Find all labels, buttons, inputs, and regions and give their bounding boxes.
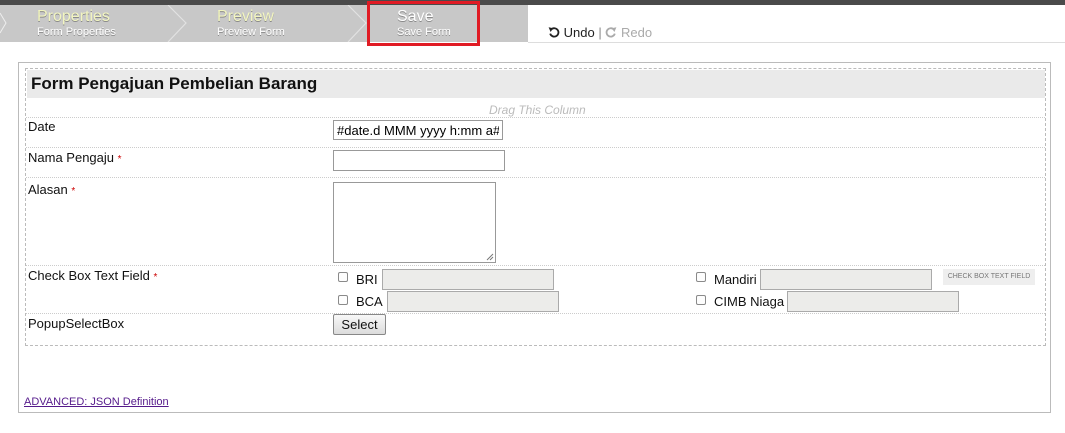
mandiri-option-label: Mandiri bbox=[714, 272, 757, 287]
nama-pengaju-label: Nama Pengaju * bbox=[28, 150, 122, 165]
undo-icon[interactable] bbox=[548, 26, 560, 38]
toolbar-divider bbox=[528, 42, 1065, 43]
nama-pengaju-label-text: Nama Pengaju bbox=[28, 150, 114, 165]
step-preview[interactable]: Preview Preview Form bbox=[217, 5, 347, 42]
step-properties[interactable]: Properties Form Properties bbox=[37, 5, 167, 42]
undo-button[interactable]: Undo bbox=[564, 25, 595, 40]
redo-icon[interactable] bbox=[605, 26, 617, 38]
select-button[interactable]: Select bbox=[333, 314, 386, 335]
step-preview-title: Preview bbox=[217, 8, 274, 25]
bri-text-field[interactable] bbox=[382, 269, 554, 290]
cimb-niaga-option-label: CIMB Niaga bbox=[714, 294, 785, 309]
step-properties-title: Properties bbox=[37, 8, 110, 25]
history-controls: Undo | Redo bbox=[548, 25, 652, 40]
step-chevron-icon bbox=[167, 5, 187, 42]
row-divider bbox=[26, 117, 1045, 118]
alasan-textarea[interactable] bbox=[333, 182, 496, 263]
bca-option-label: BCA bbox=[356, 294, 383, 309]
textarea-resize-icon[interactable] bbox=[486, 253, 494, 261]
bri-checkbox[interactable] bbox=[338, 272, 348, 282]
required-mark: * bbox=[71, 186, 76, 197]
advanced-json-definition-link[interactable]: ADVANCED: JSON Definition bbox=[24, 396, 169, 408]
mandiri-checkbox[interactable] bbox=[696, 272, 706, 282]
form-title-bar[interactable]: Form Pengajuan Pembelian Barang bbox=[27, 70, 1045, 98]
save-step-highlight bbox=[367, 1, 480, 46]
form-title: Form Pengajuan Pembelian Barang bbox=[31, 74, 318, 93]
drag-column-hint[interactable]: Drag This Column bbox=[489, 103, 586, 117]
checkbox-text-field-badge: CHECK BOX TEXT FIELD bbox=[943, 269, 1035, 285]
required-mark: * bbox=[153, 272, 158, 283]
bca-text-field[interactable] bbox=[387, 291, 559, 312]
cimb-niaga-checkbox[interactable] bbox=[696, 295, 706, 305]
bca-checkbox[interactable] bbox=[338, 295, 348, 305]
history-separator: | bbox=[598, 25, 602, 40]
step-chevron-icon bbox=[347, 5, 367, 42]
step-preview-subtitle: Preview Form bbox=[217, 26, 285, 38]
row-divider bbox=[26, 265, 1045, 266]
date-field[interactable] bbox=[333, 120, 503, 140]
alasan-label-text: Alasan bbox=[28, 182, 68, 197]
row-divider bbox=[26, 313, 1045, 314]
redo-button[interactable]: Redo bbox=[621, 25, 652, 40]
row-divider bbox=[26, 147, 1045, 148]
required-mark: * bbox=[117, 154, 122, 165]
cimb-niaga-text-field[interactable] bbox=[787, 291, 959, 312]
date-label: Date bbox=[28, 119, 56, 134]
popup-select-label: PopupSelectBox bbox=[28, 316, 125, 331]
row-divider bbox=[26, 177, 1045, 178]
checkbox-text-field-label: Check Box Text Field * bbox=[28, 268, 157, 283]
step-chevron-icon bbox=[0, 12, 7, 34]
step-properties-subtitle: Form Properties bbox=[37, 26, 116, 38]
bri-option-label: BRI bbox=[356, 272, 378, 287]
mandiri-text-field[interactable] bbox=[760, 269, 932, 290]
checkbox-text-field-label-text: Check Box Text Field bbox=[28, 268, 150, 283]
alasan-label: Alasan * bbox=[28, 182, 75, 197]
nama-pengaju-input[interactable] bbox=[333, 150, 505, 171]
